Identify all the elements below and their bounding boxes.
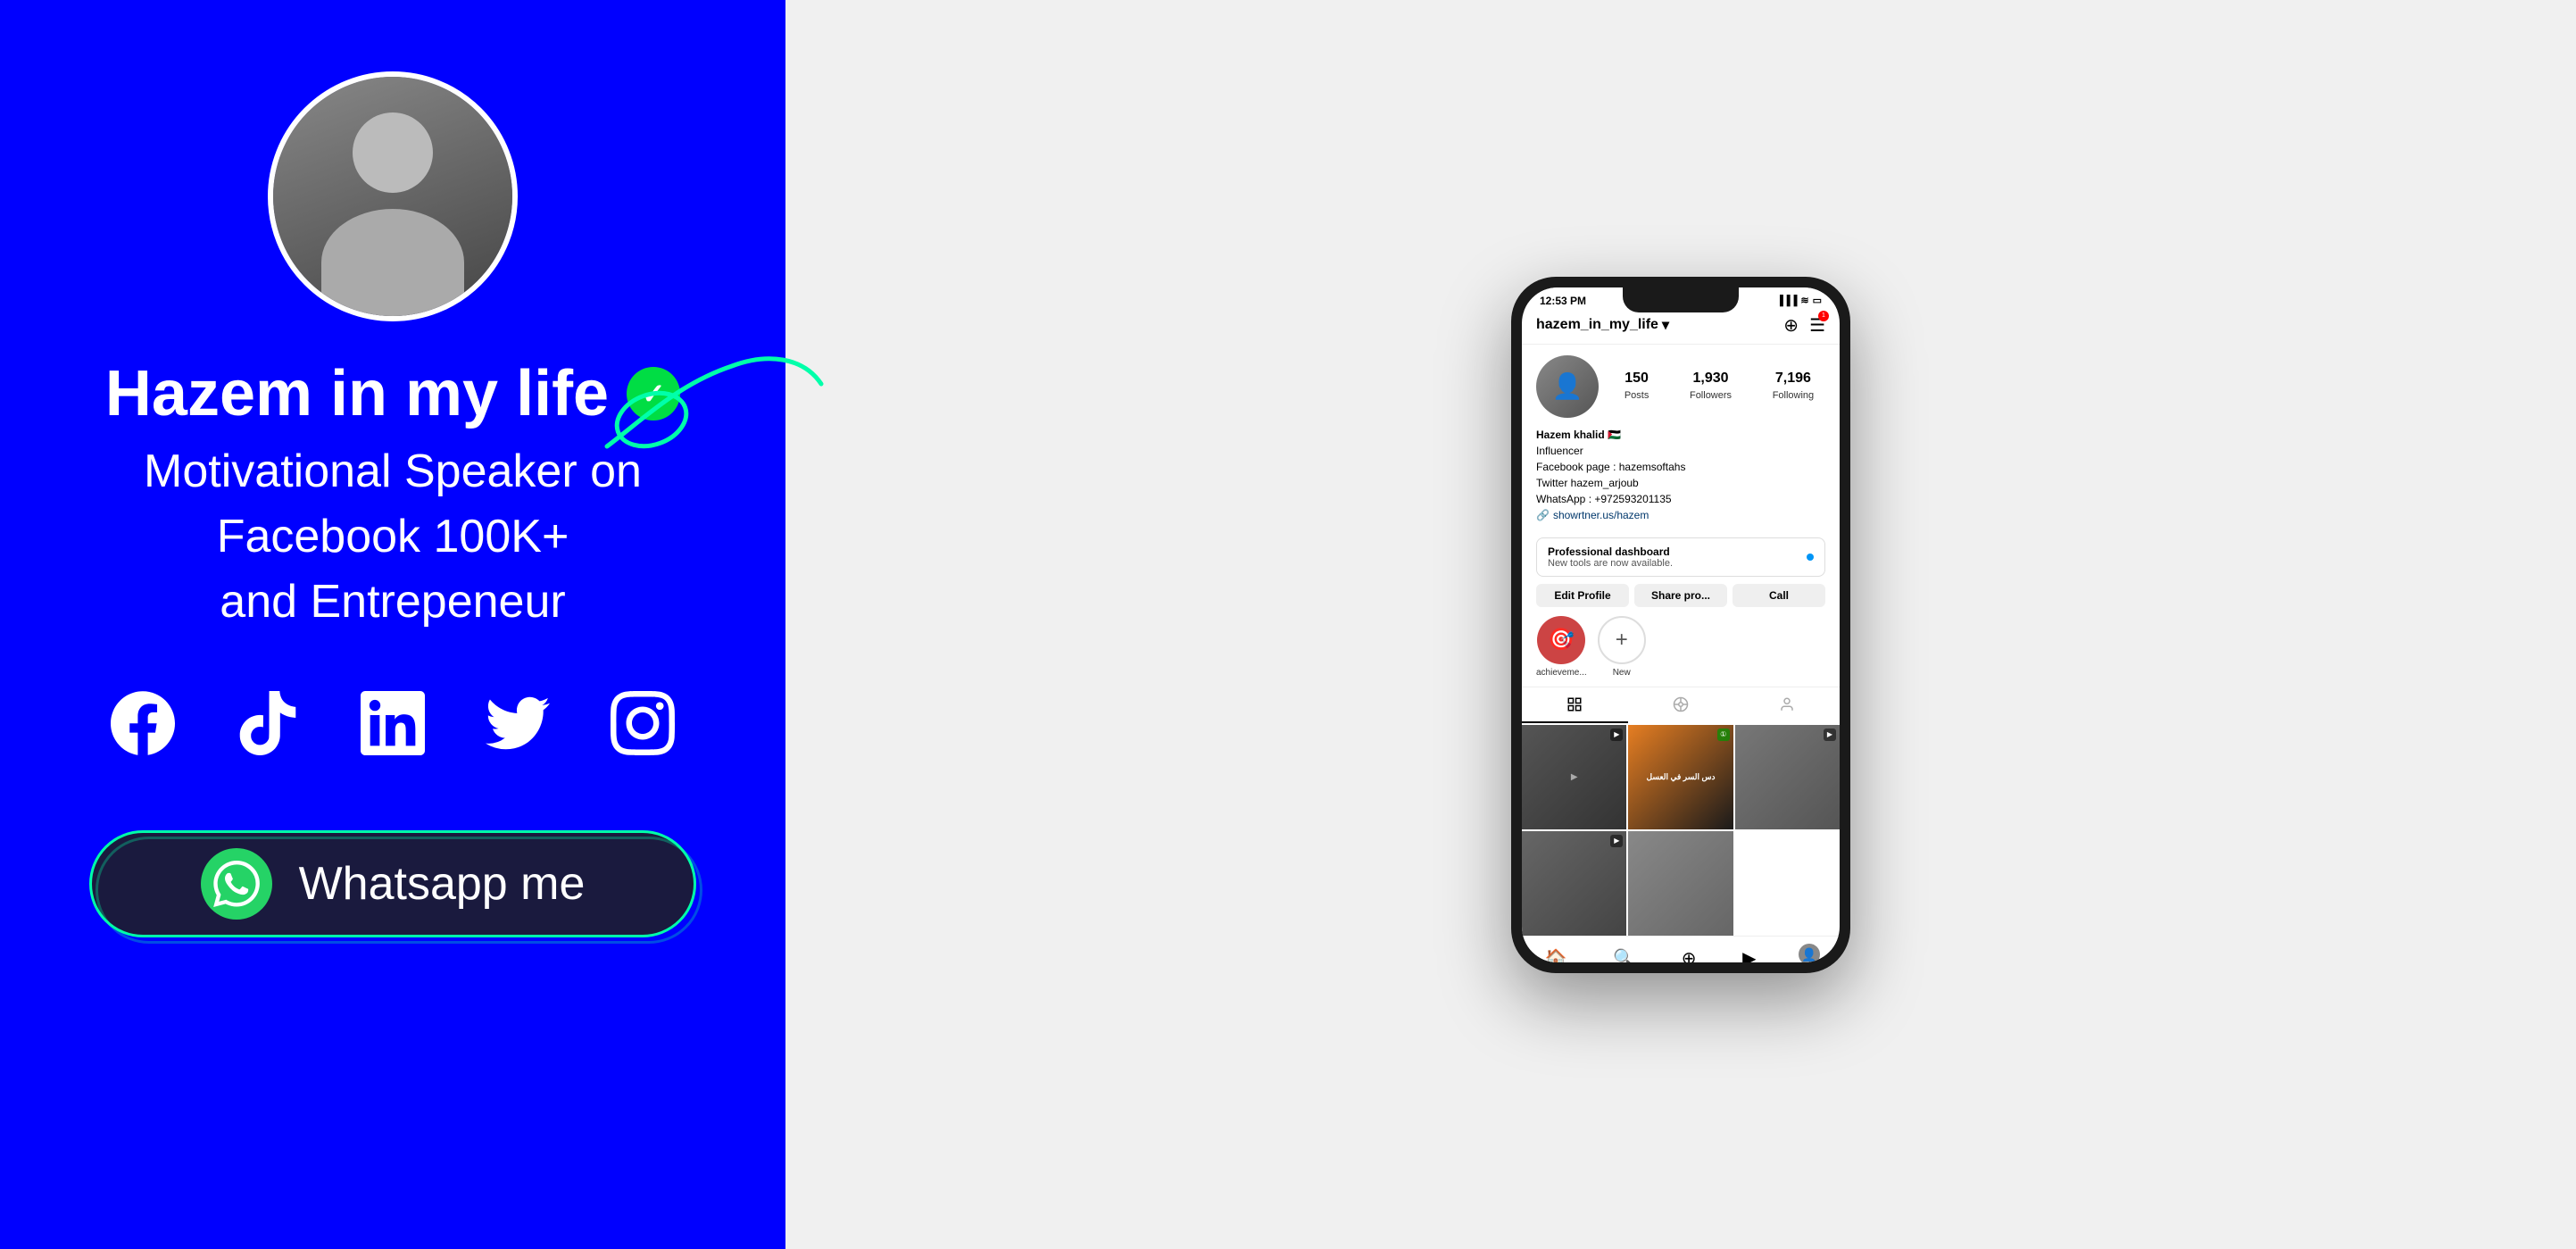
posts-label: Posts	[1625, 390, 1649, 401]
dashboard-subtitle: New tools are now available.	[1548, 558, 1673, 569]
instagram-avatar: 👤	[1536, 355, 1599, 418]
right-panel: 12:53 PM ▐▐▐ ≋ ▭ hazem_in_my_life ▾ ⊕ ☰	[785, 0, 2576, 1249]
profile-subtitle: Motivational Speaker on Facebook 100K+ a…	[0, 439, 785, 634]
post-video-indicator-3: ▶	[1824, 729, 1836, 741]
post-video-indicator-2: ①	[1717, 729, 1730, 741]
wifi-icon: ≋	[1800, 295, 1808, 306]
avatar-image	[273, 77, 512, 316]
username-display: hazem_in_my_life ▾	[1536, 316, 1669, 334]
post-thumbnail-3[interactable]: ▶	[1735, 725, 1840, 829]
call-button[interactable]: Call	[1733, 584, 1825, 607]
phone-mockup: 12:53 PM ▐▐▐ ≋ ▭ hazem_in_my_life ▾ ⊕ ☰	[1511, 277, 1850, 973]
bottom-nav: 🏠 🔍 ⊕ ▶ 👤	[1522, 936, 1840, 962]
following-label: Following	[1773, 390, 1814, 401]
whatsapp-button[interactable]: Whatsapp me	[89, 830, 696, 937]
tab-tagged[interactable]	[1733, 687, 1840, 723]
battery-icon: ▭	[1813, 295, 1822, 306]
profile-avatar	[268, 71, 518, 321]
post-video-indicator-1: ▶	[1610, 729, 1623, 741]
bio-twitter: Twitter hazem_arjoub	[1536, 475, 1825, 491]
bio-facebook: Facebook page : hazemsoftahs	[1536, 459, 1825, 475]
facebook-icon[interactable]	[107, 687, 179, 759]
profile-top: 👤 150 Posts 1,930 Followers 7,196 Follo	[1536, 355, 1825, 418]
status-icons: ▐▐▐ ≋ ▭	[1776, 295, 1822, 306]
bio-link[interactable]: 🔗 showrtner.us/hazem	[1536, 507, 1825, 523]
phone-notch	[1623, 287, 1739, 312]
post-thumbnail-5[interactable]	[1628, 831, 1733, 936]
posts-grid: ▶ ▶ دس السر في العسل ① ▶	[1522, 725, 1840, 937]
share-profile-button[interactable]: Share pro...	[1634, 584, 1727, 607]
post-thumbnail-1[interactable]: ▶ ▶	[1522, 725, 1626, 829]
whatsapp-icon	[201, 848, 272, 920]
search-nav-icon[interactable]: 🔍	[1609, 944, 1639, 962]
notification-badge: 1	[1818, 311, 1829, 321]
header-action-icons: ⊕ ☰ 1	[1783, 314, 1825, 337]
bio-role: Influencer	[1536, 443, 1825, 459]
highlight-achievements[interactable]: 🎯 achieveme...	[1536, 616, 1587, 678]
post-video-indicator-4: ▶	[1610, 835, 1623, 847]
edit-profile-button[interactable]: Edit Profile	[1536, 584, 1629, 607]
instagram-header: hazem_in_my_life ▾ ⊕ ☰ 1	[1522, 311, 1840, 345]
bio-name: Hazem khalid 🇵🇸	[1536, 427, 1825, 443]
highlight-circle-achievements: 🎯	[1537, 616, 1585, 664]
post-thumbnail-4[interactable]: ▶	[1522, 831, 1626, 936]
dashboard-title: Professional dashboard	[1548, 545, 1673, 558]
verified-badge-icon	[627, 367, 680, 420]
stats-row: 150 Posts 1,930 Followers 7,196 Followin…	[1613, 371, 1825, 403]
menu-icon[interactable]: ☰ 1	[1809, 314, 1825, 337]
tab-reels[interactable]	[1628, 687, 1734, 723]
home-nav-icon[interactable]: 🏠	[1541, 944, 1571, 962]
add-post-icon[interactable]: ⊕	[1783, 314, 1799, 337]
dashboard-dot	[1807, 554, 1814, 561]
highlight-label-achievements: achieveme...	[1536, 668, 1587, 678]
twitter-icon[interactable]	[482, 687, 553, 759]
dashboard-text: Professional dashboard New tools are now…	[1548, 545, 1673, 569]
posts-count: 150	[1625, 371, 1649, 387]
content-tabs	[1522, 687, 1840, 723]
profile-nav-icon[interactable]: 👤	[1799, 944, 1820, 962]
professional-dashboard[interactable]: Professional dashboard New tools are now…	[1536, 537, 1825, 577]
followers-stat[interactable]: 1,930 Followers	[1690, 371, 1732, 403]
highlight-new[interactable]: + New	[1598, 616, 1646, 678]
posts-stat: 150 Posts	[1625, 371, 1649, 403]
tab-grid[interactable]	[1522, 687, 1628, 723]
bio-section: Hazem khalid 🇵🇸 Influencer Facebook page…	[1536, 427, 1825, 523]
followers-count: 1,930	[1690, 371, 1732, 387]
profile-name: Hazem in my life	[105, 357, 680, 430]
following-count: 7,196	[1773, 371, 1814, 387]
linkedin-icon[interactable]	[357, 687, 428, 759]
add-nav-icon[interactable]: ⊕	[1678, 944, 1700, 962]
status-time: 12:53 PM	[1540, 295, 1586, 307]
highlights-row: 🎯 achieveme... + New	[1522, 616, 1840, 687]
highlight-circle-add: +	[1598, 616, 1646, 664]
phone-screen: 12:53 PM ▐▐▐ ≋ ▭ hazem_in_my_life ▾ ⊕ ☰	[1522, 287, 1840, 962]
social-icons-row	[107, 687, 678, 759]
highlight-label-new: New	[1613, 668, 1631, 678]
signal-icon: ▐▐▐	[1776, 296, 1797, 306]
dropdown-icon[interactable]: ▾	[1662, 316, 1669, 334]
post-thumbnail-2[interactable]: دس السر في العسل ①	[1628, 725, 1733, 829]
bio-whatsapp: WhatsApp : +972593201135	[1536, 491, 1825, 507]
whatsapp-button-label: Whatsapp me	[299, 857, 586, 911]
following-stat[interactable]: 7,196 Following	[1773, 371, 1814, 403]
instagram-icon[interactable]	[607, 687, 678, 759]
reels-nav-icon[interactable]: ▶	[1739, 944, 1759, 962]
followers-label: Followers	[1690, 390, 1732, 401]
left-panel: Hazem in my life Motivational Speaker on…	[0, 0, 785, 1249]
action-buttons-row: Edit Profile Share pro... Call	[1522, 584, 1840, 616]
tiktok-icon[interactable]	[232, 687, 303, 759]
profile-section: 👤 150 Posts 1,930 Followers 7,196 Follo	[1522, 345, 1840, 537]
